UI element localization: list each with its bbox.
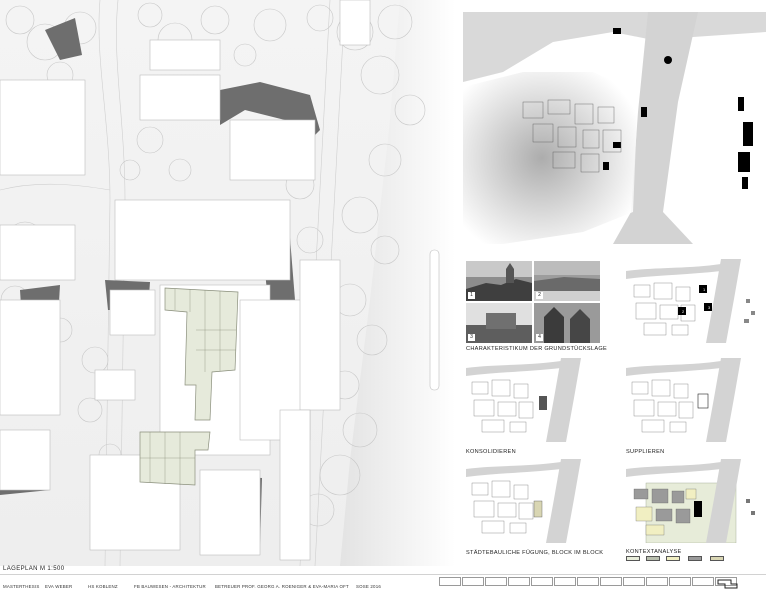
sheet-nav-box [531, 577, 553, 586]
footer-department: FB BAUWESEN - ARCHITEKTUR [134, 584, 206, 589]
caption-konsolidieren: KONSOLIDIEREN [466, 449, 516, 455]
diagram-fuegung [466, 459, 602, 543]
legend-swatch-4 [688, 556, 702, 561]
diagram-landmarks: 1 2 3 [626, 259, 762, 343]
footer-supervisors: BETREUER PROF. GEORG A. ROENIGER & EVA-M… [215, 584, 349, 589]
photo-number: 4 [536, 334, 543, 341]
overview-drawing [463, 12, 766, 244]
sheet-nav-box [508, 577, 530, 586]
footer-semester: SOSE 2016 [356, 584, 381, 589]
photo-collage: 1 2 3 4 [466, 261, 602, 343]
photo-3: 3 [466, 303, 532, 343]
photo-number: 1 [468, 292, 475, 299]
footer-rule [0, 574, 766, 575]
site-plan [0, 0, 455, 566]
footer-school: HS KOBLENZ [88, 584, 118, 589]
footer-type: MASTERTHESIS [3, 584, 40, 589]
diagram-kontext [626, 459, 762, 543]
caption-supplieren: SUPPLIEREN [626, 449, 665, 455]
diagram-konsolidieren [466, 358, 602, 442]
photo-2: 2 [534, 261, 600, 301]
sheet-nav-box [554, 577, 576, 586]
sheet-nav-box [439, 577, 461, 586]
overview-city [463, 72, 638, 244]
caption-kontext: KONTEXTANALYSE [626, 549, 682, 555]
overview-map [463, 12, 766, 244]
sheet-nav-box [600, 577, 622, 586]
caption-fuegung: STÄDTEBAULICHE FÜGUNG, BLOCK IM BLOCK [466, 550, 604, 556]
sheet-nav-box [646, 577, 668, 586]
sheet-nav-box [462, 577, 484, 586]
photo-1: 1 [466, 261, 532, 301]
legend-swatch-1 [626, 556, 640, 561]
sheet-nav-box [692, 577, 714, 586]
legend [626, 556, 756, 570]
legend-swatch-2 [646, 556, 660, 561]
site-plan-drawing [0, 0, 455, 566]
sheet-nav-box [577, 577, 599, 586]
sheet-nav-box [485, 577, 507, 586]
legend-swatch-5 [710, 556, 724, 561]
ship [429, 249, 440, 391]
sheet-nav-box [623, 577, 645, 586]
photo-4: 4 [534, 303, 600, 343]
caption-photos: CHARAKTERISTIKUM DER GRUNDSTÜCKSLAGE [466, 346, 608, 352]
photo-number: 2 [536, 292, 543, 299]
logo-icon [717, 579, 739, 589]
presentation-sheet: LAGEPLAN M 1:500 1 2 3 4 CHARAKTERISTIKU… [0, 0, 766, 596]
photo-number: 3 [468, 334, 475, 341]
scale-label: LAGEPLAN M 1:500 [3, 566, 65, 572]
footer-author: EVA WEBER [45, 584, 73, 589]
sheet-nav-box [669, 577, 691, 586]
diagram-supplieren [626, 358, 762, 442]
legend-swatch-3 [666, 556, 680, 561]
